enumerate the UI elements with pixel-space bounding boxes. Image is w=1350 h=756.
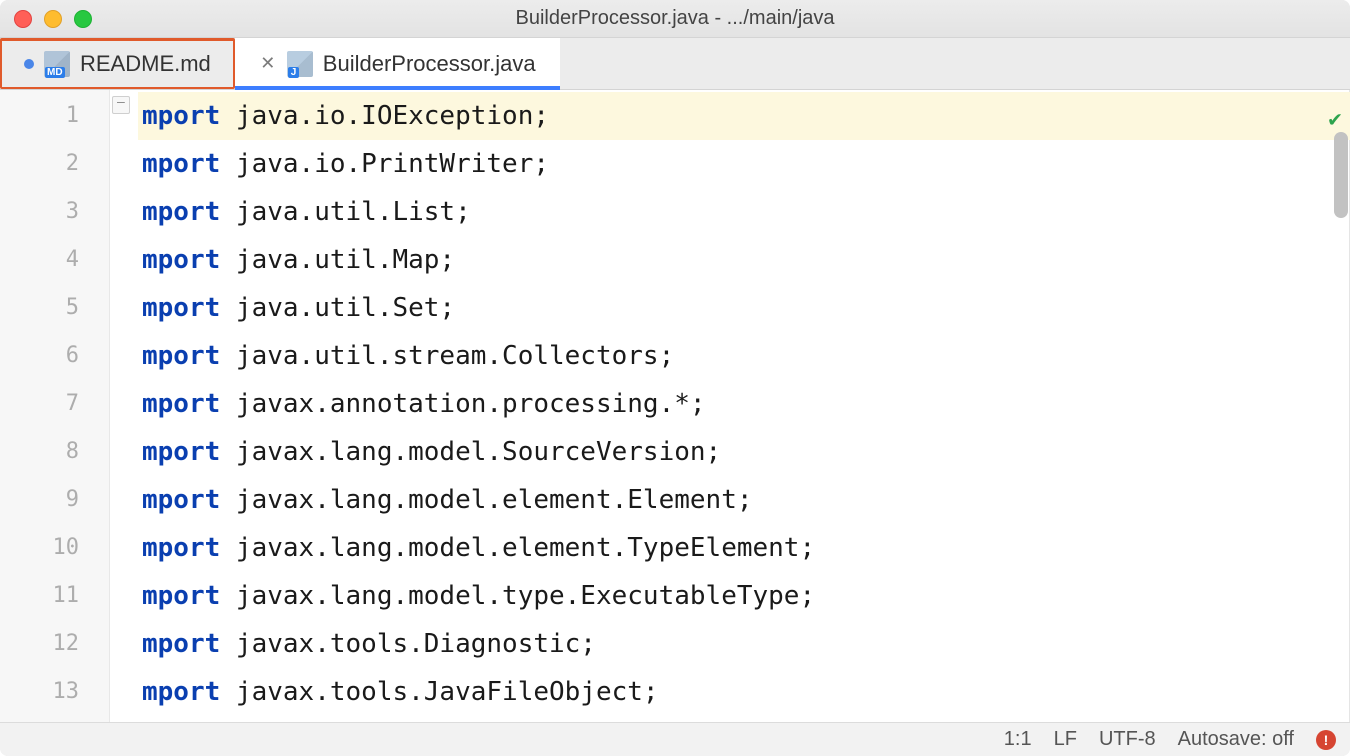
maximize-window-icon[interactable]	[74, 10, 92, 28]
code-editor[interactable]: 12345678910111213 ✔ mport java.io.IOExce…	[0, 90, 1350, 722]
code-line[interactable]: mport javax.lang.model.element.TypeEleme…	[138, 524, 1350, 572]
code-line[interactable]: mport javax.lang.model.type.ExecutableTy…	[138, 572, 1350, 620]
caret-position[interactable]: 1:1	[1004, 728, 1032, 751]
line-number[interactable]: 12	[0, 620, 79, 668]
code-line[interactable]: mport java.io.PrintWriter;	[138, 140, 1350, 188]
line-number[interactable]: 10	[0, 524, 79, 572]
code-text: javax.lang.model.type.ExecutableType;	[220, 581, 815, 611]
line-number[interactable]: 4	[0, 236, 79, 284]
fold-column[interactable]	[110, 90, 138, 722]
fold-toggle-icon[interactable]	[112, 96, 130, 114]
keyword: mport	[142, 389, 220, 419]
window-controls	[14, 10, 92, 28]
code-line[interactable]: mport javax.tools.JavaFileObject;	[138, 668, 1350, 716]
editor-tabs: README.md ✕ BuilderProcessor.java	[0, 38, 1350, 90]
scrollbar-thumb[interactable]	[1334, 132, 1348, 218]
code-line[interactable]: mport javax.lang.model.SourceVersion;	[138, 428, 1350, 476]
tab-builderprocessor[interactable]: ✕ BuilderProcessor.java	[235, 38, 560, 89]
close-window-icon[interactable]	[14, 10, 32, 28]
code-line[interactable]: mport java.util.stream.Collectors;	[138, 332, 1350, 380]
keyword: mport	[142, 341, 220, 371]
keyword: mport	[142, 581, 220, 611]
keyword: mport	[142, 485, 220, 515]
minimize-window-icon[interactable]	[44, 10, 62, 28]
keyword: mport	[142, 629, 220, 659]
code-text: javax.annotation.processing.*;	[220, 389, 705, 419]
code-line[interactable]: mport java.util.List;	[138, 188, 1350, 236]
keyword: mport	[142, 245, 220, 275]
code-text: java.util.List;	[220, 197, 470, 227]
code-text: java.io.IOException;	[220, 101, 549, 131]
line-number[interactable]: 3	[0, 188, 79, 236]
line-number[interactable]: 9	[0, 476, 79, 524]
code-text: javax.lang.model.element.TypeElement;	[220, 533, 815, 563]
problems-icon[interactable]: !	[1316, 730, 1336, 750]
code-text: java.util.stream.Collectors;	[220, 341, 674, 371]
line-number-gutter[interactable]: 12345678910111213	[0, 90, 110, 722]
line-separator[interactable]: LF	[1054, 728, 1077, 751]
keyword: mport	[142, 533, 220, 563]
status-bar: 1:1 LF UTF-8 Autosave: off !	[0, 722, 1350, 756]
line-number[interactable]: 13	[0, 668, 79, 716]
keyword: mport	[142, 197, 220, 227]
close-tab-icon[interactable]: ✕	[259, 53, 277, 74]
code-line[interactable]: mport java.io.IOException;	[138, 92, 1350, 140]
line-number[interactable]: 1	[0, 92, 79, 140]
code-text: java.util.Map;	[220, 245, 455, 275]
code-line[interactable]: mport java.util.Map;	[138, 236, 1350, 284]
line-number[interactable]: 6	[0, 332, 79, 380]
line-number[interactable]: 5	[0, 284, 79, 332]
code-text: javax.tools.Diagnostic;	[220, 629, 596, 659]
code-line[interactable]: mport javax.annotation.processing.*;	[138, 380, 1350, 428]
tab-readme[interactable]: README.md	[0, 38, 235, 89]
code-line[interactable]: mport javax.lang.model.element.Element;	[138, 476, 1350, 524]
line-number[interactable]: 8	[0, 428, 79, 476]
markdown-file-icon	[44, 51, 70, 77]
file-encoding[interactable]: UTF-8	[1099, 728, 1156, 751]
title-bar: BuilderProcessor.java - .../main/java	[0, 0, 1350, 38]
keyword: mport	[142, 149, 220, 179]
keyword: mport	[142, 677, 220, 707]
code-text: javax.tools.JavaFileObject;	[220, 677, 658, 707]
code-text: javax.lang.model.SourceVersion;	[220, 437, 721, 467]
keyword: mport	[142, 437, 220, 467]
pinned-indicator-icon	[24, 59, 34, 69]
code-text: javax.lang.model.element.Element;	[220, 485, 752, 515]
code-text: java.util.Set;	[220, 293, 455, 323]
keyword: mport	[142, 101, 220, 131]
code-area[interactable]: ✔ mport java.io.IOException;mport java.i…	[138, 90, 1350, 722]
java-file-icon	[287, 51, 313, 77]
autosave-status[interactable]: Autosave: off	[1178, 728, 1294, 751]
line-number[interactable]: 7	[0, 380, 79, 428]
line-number[interactable]: 11	[0, 572, 79, 620]
code-text: java.io.PrintWriter;	[220, 149, 549, 179]
code-line[interactable]: mport java.util.Set;	[138, 284, 1350, 332]
keyword: mport	[142, 293, 220, 323]
window-title: BuilderProcessor.java - .../main/java	[0, 7, 1350, 30]
tab-label: BuilderProcessor.java	[323, 51, 536, 77]
ide-window: BuilderProcessor.java - .../main/java RE…	[0, 0, 1350, 756]
code-line[interactable]: mport javax.tools.Diagnostic;	[138, 620, 1350, 668]
line-number[interactable]: 2	[0, 140, 79, 188]
editor-right-gutter: ✔	[1320, 90, 1350, 722]
tab-label: README.md	[80, 51, 211, 77]
